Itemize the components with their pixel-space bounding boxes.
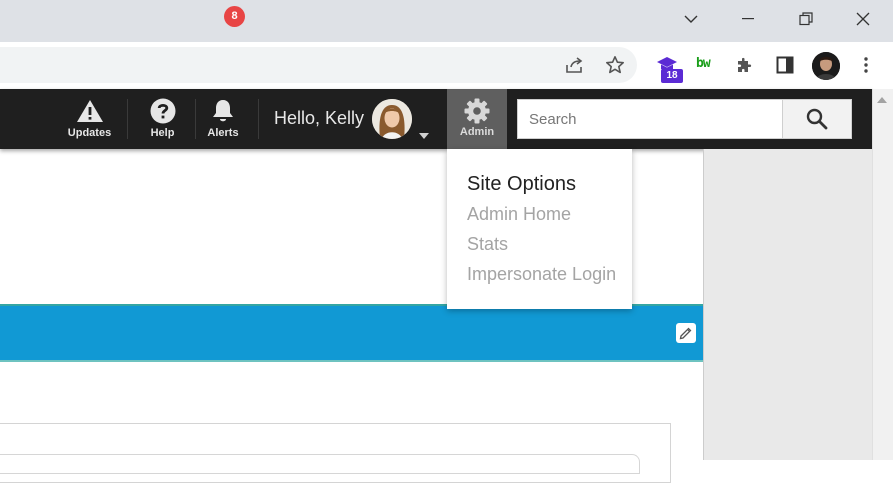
user-avatar[interactable] [372,99,412,139]
admin-menu-label: Admin [459,126,495,138]
nav-help-label: Help [150,127,175,139]
restore-icon[interactable] [786,6,826,32]
share-icon[interactable] [560,50,590,80]
browser-toolbar [0,42,893,89]
extension-badge: 18 [661,69,683,83]
user-greeting[interactable]: Hello, Kelly [274,108,364,129]
section-header-band [0,306,703,360]
extensions-puzzle-icon[interactable] [730,50,760,80]
nav-divider [258,99,259,139]
nav-updates[interactable]: Updates [62,89,117,149]
nav-divider [195,99,196,139]
help-icon [150,97,176,125]
bookmark-star-icon[interactable] [600,50,630,80]
chrome-menu-icon[interactable] [851,50,881,80]
menu-item-admin-home[interactable]: Admin Home [467,204,571,225]
bell-icon [211,97,235,125]
right-side-panel [703,149,872,460]
admin-menu-button[interactable]: Admin [447,89,507,149]
nav-alerts-label: Alerts [207,127,239,139]
dropdown-title: Site Options [467,173,576,195]
search-input[interactable] [517,99,783,139]
search-icon [806,108,828,130]
pencil-icon [679,327,692,340]
nav-alerts[interactable]: Alerts [200,89,246,149]
alerts-count-badge: 8 [224,6,245,27]
section-bottom-border [0,360,703,362]
scroll-up-arrow-icon[interactable] [877,97,887,103]
content-field[interactable] [0,454,640,474]
gear-icon [464,98,490,124]
menu-item-impersonate-login[interactable]: Impersonate Login [467,264,616,285]
close-window-icon[interactable] [843,6,883,32]
nav-help[interactable]: Help [140,89,185,149]
browser-titlebar [0,0,893,42]
admin-dropdown-menu: Site Options Admin Home Stats Impersonat… [447,149,632,309]
menu-item-stats[interactable]: Stats [467,234,508,255]
edit-section-button[interactable] [676,323,696,343]
tab-search-chevron-icon[interactable] [671,6,711,32]
nav-divider [127,99,128,139]
minimize-icon[interactable] [728,6,768,32]
warning-icon [76,97,104,125]
profile-avatar-icon[interactable] [812,52,840,80]
address-bar[interactable] [0,47,637,83]
nav-updates-label: Updates [67,127,112,139]
search-button[interactable] [782,99,852,139]
bw-extension-label[interactable]: bw [696,56,711,71]
page-scrollbar[interactable] [872,89,893,460]
user-menu-caret-icon[interactable] [419,133,429,139]
side-panel-icon[interactable] [770,50,800,80]
content-card [0,423,671,483]
